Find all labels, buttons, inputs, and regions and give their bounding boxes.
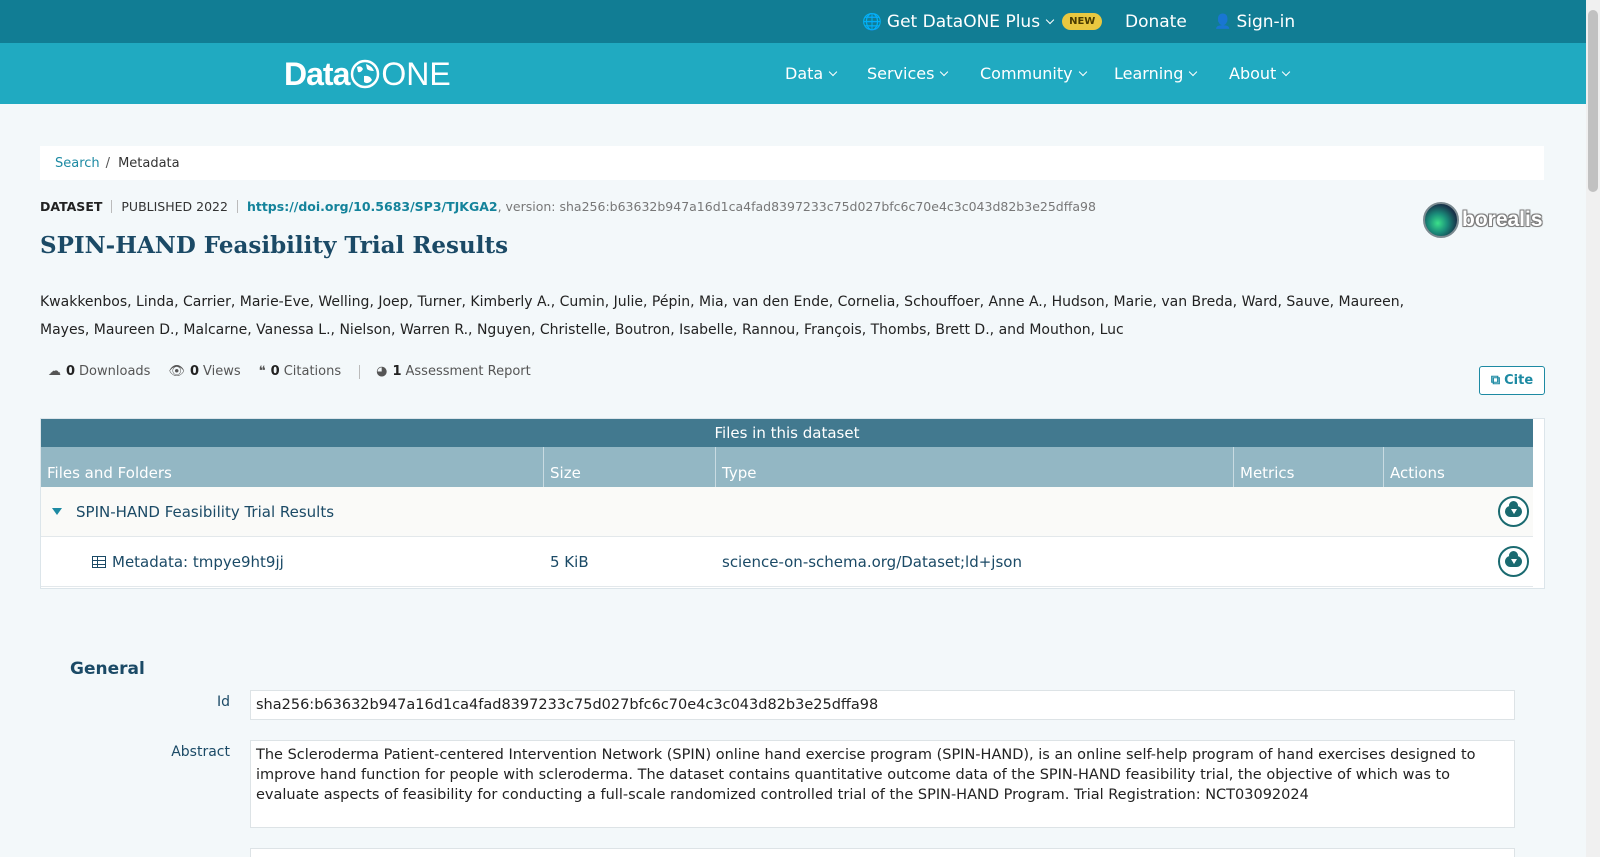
- breadcrumb-separator: /: [105, 155, 111, 171]
- file-name: Metadata: tmpye9ht9jj: [112, 552, 284, 571]
- breadcrumb: Search / Metadata: [40, 146, 1544, 180]
- doi-link[interactable]: https://doi.org/10.5683/SP3/TJKGA2: [247, 199, 498, 214]
- views-label: Views: [203, 364, 241, 379]
- column-header-metrics: Metrics: [1234, 447, 1384, 487]
- sign-in-link[interactable]: 👤 Sign-in: [1214, 0, 1295, 43]
- downloads-count: 0: [66, 364, 76, 379]
- eye-icon: 👁: [168, 364, 185, 379]
- published-year: PUBLISHED 2022: [121, 199, 228, 214]
- nav-community-label: Community: [980, 64, 1073, 83]
- download-folder-button[interactable]: [1498, 496, 1529, 527]
- citations-count: 0: [270, 364, 280, 379]
- dataone-logo[interactable]: Data ONE: [284, 56, 451, 92]
- files-table-heading: Files in this dataset: [41, 419, 1533, 447]
- authors-list: Kwakkenbos, Linda, Carrier, Marie-Eve, W…: [40, 294, 1405, 338]
- dataset-type: DATASET: [40, 199, 103, 214]
- column-header-size: Size: [544, 447, 716, 487]
- top-bar: 🌐 Get DataONE Plus NEW Donate 👤 Sign-in: [0, 0, 1586, 43]
- column-header-actions: Actions: [1390, 464, 1445, 482]
- globe-icon: 🌐: [862, 12, 882, 31]
- breadcrumb-current: Metadata: [118, 155, 180, 171]
- cite-label: Cite: [1504, 373, 1534, 388]
- user-icon: 👤: [1214, 13, 1232, 30]
- borealis-globe-icon: [1423, 202, 1459, 238]
- cloud-download-icon: [1505, 501, 1522, 517]
- dataset-meta-line: DATASET PUBLISHED 2022 https://doi.org/1…: [40, 199, 1096, 214]
- id-label: Id: [216, 694, 230, 710]
- chevron-down-icon: [940, 67, 949, 76]
- divider: [359, 364, 361, 379]
- nav-learning[interactable]: Learning: [1114, 43, 1198, 104]
- file-name-cell[interactable]: Metadata: tmpye9ht9jj: [92, 553, 284, 571]
- assessment-label: Assessment Report: [405, 364, 531, 379]
- assessment-report-link[interactable]: ◕ 1 Assessment Report: [376, 364, 531, 379]
- breadcrumb-search-link[interactable]: Search: [55, 156, 100, 171]
- logo-text-data: Data: [284, 55, 350, 92]
- nav-data[interactable]: Data: [785, 43, 838, 104]
- files-column-headers: Files and Folders Size Type Metrics Acti…: [41, 447, 1533, 487]
- cloud-download-icon: ☁: [48, 364, 61, 379]
- citations-label: Citations: [283, 364, 342, 379]
- nav-services-label: Services: [867, 64, 935, 83]
- quote-icon: ❝: [258, 364, 266, 379]
- repository-logo[interactable]: borealis: [1423, 202, 1543, 238]
- new-badge: NEW: [1062, 13, 1103, 30]
- scrollbar-thumb[interactable]: [1588, 10, 1598, 192]
- folder-row[interactable]: SPIN-HAND Feasibility Trial Results: [41, 487, 1533, 537]
- file-size: 5 KiB: [550, 552, 589, 571]
- page-title: SPIN-HAND Feasibility Trial Results: [40, 232, 509, 259]
- citations-metric: ❝ 0 Citations: [259, 364, 341, 379]
- chevron-down-icon: [1078, 67, 1087, 76]
- file-type: science-on-schema.org/Dataset;ld+json: [722, 552, 1022, 571]
- cite-button[interactable]: ⧉ Cite: [1479, 366, 1545, 395]
- nav-data-label: Data: [785, 64, 824, 83]
- abstract-value: The Scleroderma Patient-centered Interve…: [250, 740, 1515, 828]
- page-scrollbar[interactable]: [1586, 0, 1600, 857]
- nav-about-label: About: [1229, 64, 1277, 83]
- gauge-icon: ◕: [376, 364, 388, 379]
- divider: [236, 200, 238, 213]
- get-dataone-plus-menu[interactable]: 🌐 Get DataONE Plus NEW: [862, 0, 1103, 43]
- chevron-down-icon: [1045, 15, 1055, 24]
- divider: [111, 200, 113, 213]
- chevron-down-icon: [1282, 67, 1291, 76]
- abstract-label: Abstract: [171, 744, 230, 760]
- id-value: sha256:b63632b947a16d1ca4fad8397233c75d0…: [250, 690, 1515, 720]
- version-id: , version: sha256:b63632b947a16d1ca4fad8…: [497, 199, 1096, 214]
- nav-community[interactable]: Community: [980, 43, 1087, 104]
- chevron-down-icon: [828, 67, 838, 76]
- assessment-count: 1: [392, 364, 402, 379]
- nav-learning-label: Learning: [1114, 64, 1184, 83]
- sign-in-label: Sign-in: [1236, 11, 1296, 32]
- folder-name[interactable]: SPIN-HAND Feasibility Trial Results: [76, 503, 334, 521]
- metrics-row: ☁ 0 Downloads 👁 0 Views ❝ 0 Citations ◕ …: [48, 364, 549, 379]
- nav-about[interactable]: About: [1229, 43, 1291, 104]
- donate-link[interactable]: Donate: [1125, 0, 1187, 43]
- downloads-metric: ☁ 0 Downloads: [48, 364, 150, 379]
- next-field-box: [250, 848, 1515, 857]
- logo-text-one: ONE: [381, 55, 451, 92]
- table-icon: [92, 555, 106, 568]
- cloud-download-icon: [1505, 551, 1522, 567]
- general-section-heading: General: [70, 659, 145, 679]
- column-header-type: Type: [716, 447, 1234, 487]
- files-table: Files in this dataset Files and Folders …: [40, 418, 1545, 589]
- download-file-button[interactable]: [1498, 546, 1529, 577]
- nav-services[interactable]: Services: [867, 43, 949, 104]
- table-row[interactable]: Metadata: tmpye9ht9jj 5 KiB science-on-s…: [41, 537, 1533, 587]
- column-header-files: Files and Folders: [41, 447, 544, 487]
- downloads-label: Downloads: [79, 364, 151, 379]
- chevron-down-icon: [1189, 67, 1198, 76]
- views-metric: 👁 0 Views: [168, 364, 240, 379]
- repository-name: borealis: [1462, 208, 1543, 231]
- copy-icon: ⧉: [1490, 373, 1501, 388]
- caret-down-icon[interactable]: [52, 508, 62, 515]
- get-dataone-plus-label: Get DataONE Plus: [886, 11, 1041, 32]
- globe-logo-icon: [351, 59, 380, 89]
- views-count: 0: [189, 364, 200, 379]
